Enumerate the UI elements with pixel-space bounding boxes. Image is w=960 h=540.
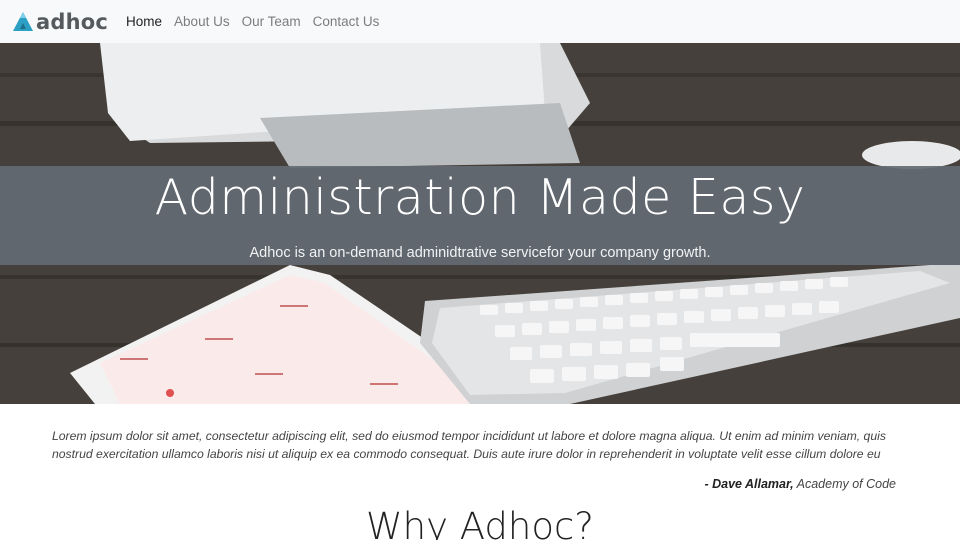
why-adhoc-heading: Why Adhoc? bbox=[366, 505, 594, 540]
testimonial-author: - Dave Allamar, bbox=[704, 477, 794, 491]
nav-about-us-link[interactable]: About Us bbox=[174, 14, 230, 29]
nav-contact-us-link[interactable]: Contact Us bbox=[313, 14, 380, 29]
hero-section: Administration Made Easy Adhoc is an on-… bbox=[0, 43, 960, 404]
brand-name: adhoc bbox=[36, 9, 109, 34]
hero-title: Administration Made Easy bbox=[154, 169, 806, 226]
nav-home-link[interactable]: Home bbox=[126, 14, 162, 29]
testimonial-organization: Academy of Code bbox=[796, 477, 896, 491]
brand-link[interactable]: adhoc bbox=[12, 10, 108, 34]
testimonial-quote: Lorem ipsum dolor sit amet, consectetur … bbox=[52, 429, 886, 461]
navbar: adhoc Home About Us Our Team Contact Us bbox=[0, 0, 960, 43]
main-nav: Home About Us Our Team Contact Us bbox=[126, 14, 391, 29]
testimonial-attribution: - Dave Allamar, Academy of Code bbox=[704, 477, 896, 491]
hero-subtitle: Adhoc is an on-demand adminidtrative ser… bbox=[249, 245, 711, 261]
triangle-logo-icon bbox=[13, 11, 33, 31]
nav-our-team-link[interactable]: Our Team bbox=[242, 14, 301, 29]
